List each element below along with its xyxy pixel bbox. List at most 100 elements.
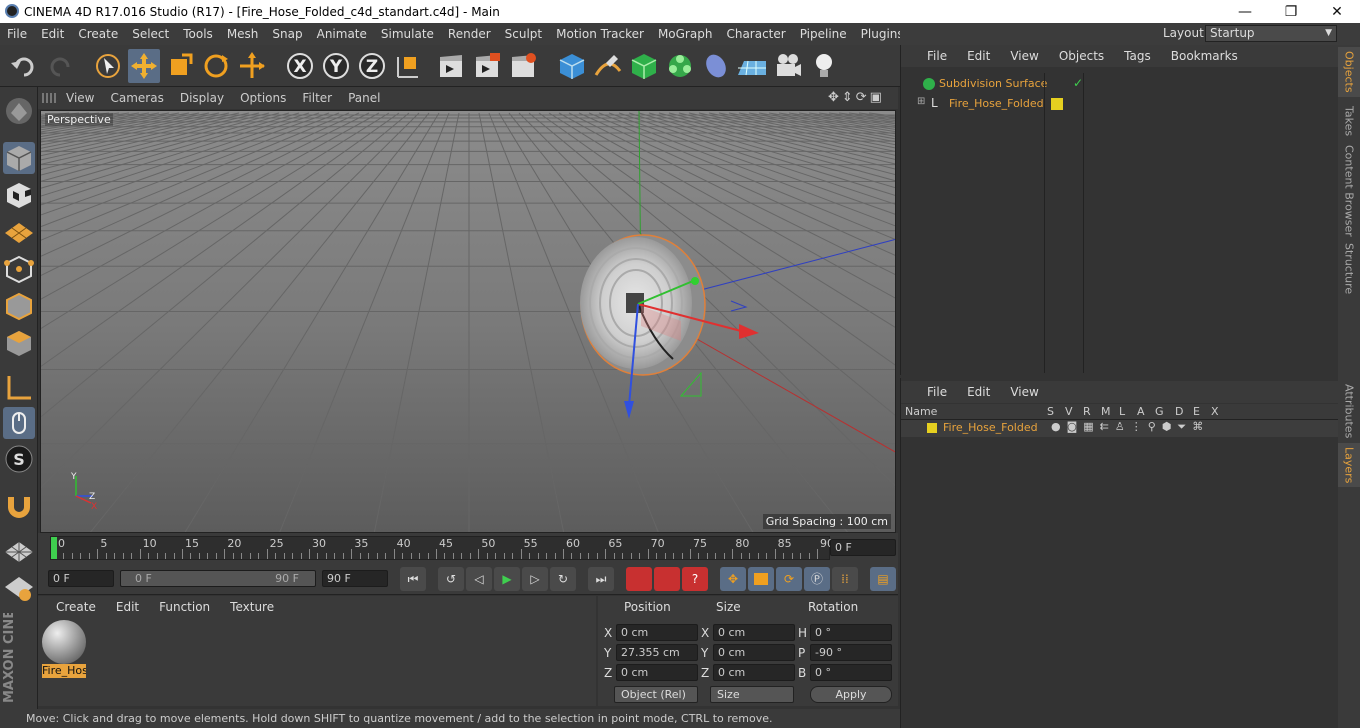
start-frame-field[interactable]: 0 F [48,570,114,587]
polygons-mode-button[interactable] [3,327,35,359]
viewport-nav-icons[interactable]: ✥⇕⟳▣ [828,90,894,106]
layer-column-r[interactable]: R [1083,405,1091,418]
menu-edit[interactable]: Edit [34,27,71,41]
record-keys-button[interactable] [626,567,652,591]
pos-y-field[interactable]: 27.355 cm [616,644,698,661]
layer-column-e[interactable]: E [1193,405,1200,418]
material-name[interactable]: Fire_Hos [42,664,86,678]
menu-render[interactable]: Render [441,27,498,41]
viewport-menu-cameras[interactable]: Cameras [102,91,171,105]
layer-color-swatch[interactable] [927,423,937,433]
edges-mode-button[interactable] [3,290,35,322]
keyframe-selection-button[interactable]: ? [682,567,708,591]
layout-select[interactable]: Startup ▼ [1205,25,1337,42]
pos-x-field[interactable]: 0 cm [616,624,698,641]
timeline-window-button[interactable]: ▤ [870,567,896,591]
rot-p-field[interactable]: -90 ° [810,644,892,661]
object-menu-bookmarks[interactable]: Bookmarks [1161,49,1248,63]
next-key-button[interactable]: ↻ [550,567,576,591]
enable-axis-button[interactable] [3,372,35,404]
viewport-menu-panel[interactable]: Panel [340,91,388,105]
layer-name[interactable]: Fire_Hose_Folded [943,421,1038,434]
maximize-button[interactable]: ❐ [1268,0,1314,23]
menu-motion-tracker[interactable]: Motion Tracker [549,27,651,41]
layer-column-x[interactable]: X [1211,405,1219,418]
auto-keying-button[interactable] [654,567,680,591]
object-menu-view[interactable]: View [1000,49,1048,63]
menu-create[interactable]: Create [71,27,125,41]
layer-column-v[interactable]: V [1065,405,1073,418]
viewport-menu-view[interactable]: View [58,91,102,105]
go-to-end-button[interactable]: ⏭ [588,567,614,591]
layer-row[interactable]: Fire_Hose_Folded ●◙▦⇇♙⋮⚲⬢⏷⌘ [901,420,1339,437]
tab-content-browser[interactable]: Content Browser [1338,145,1360,237]
material-menu-create[interactable]: Create [46,600,106,614]
live-selection-button[interactable] [92,49,124,83]
pen-spline-button[interactable] [592,49,624,83]
checkmark-icon[interactable]: ✓ [1073,76,1083,90]
key-pla-button[interactable]: ⁞⁞ [832,567,858,591]
menu-snap[interactable]: Snap [265,27,309,41]
layer-menu-edit[interactable]: Edit [957,385,1000,399]
apply-button[interactable]: Apply [810,686,892,703]
y-axis-lock-button[interactable]: Y [320,49,352,83]
pos-z-field[interactable]: 0 cm [616,664,698,681]
expand-icon[interactable]: ⊞ [917,96,925,107]
menu-character[interactable]: Character [719,27,792,41]
viewport-menu-filter[interactable]: Filter [294,91,340,105]
tab-objects[interactable]: Objects [1338,47,1360,97]
size-z-field[interactable]: 0 cm [713,664,795,681]
deformer-button[interactable] [700,49,732,83]
material-menu-edit[interactable]: Edit [106,600,149,614]
previous-key-button[interactable]: ↺ [438,567,464,591]
cube-primitive-button[interactable] [556,49,588,83]
viewport-canvas[interactable]: Y Z X [41,111,896,533]
timeline[interactable]: 0 5 10 15 20 25 30 35 40 45 50 55 60 65 70 75 80 85 90 0 F [38,533,898,563]
locked-workplane-button[interactable] [3,571,35,603]
subdivision-surface-button[interactable] [628,49,660,83]
timeline-ruler[interactable]: 0 5 10 15 20 25 30 35 40 45 50 55 60 65 70 75 80 85 90 [50,536,834,560]
viewport-menu-options[interactable]: Options [232,91,294,105]
make-editable-button[interactable] [3,95,35,127]
camera-button[interactable] [772,49,804,83]
layer-column-g[interactable]: G [1155,405,1164,418]
3d-viewport[interactable]: Y Z X Perspective Grid Spacing : 100 cm [40,110,896,533]
rotate-tool-button[interactable] [200,49,232,83]
render-settings-button[interactable] [508,49,540,83]
tab-attributes[interactable]: Attributes [1338,381,1360,441]
points-mode-button[interactable] [3,253,35,285]
undo-button[interactable] [8,49,40,83]
layer-column-l[interactable]: L [1119,405,1125,418]
object-menu-file[interactable]: File [917,49,957,63]
play-button[interactable]: ▶ [494,567,520,591]
tweak-mode-button[interactable] [3,407,35,439]
layer-flag-icons[interactable]: ●◙▦⇇♙⋮⚲⬢⏷⌘ [1051,420,1209,434]
key-position-button[interactable]: ✥ [720,567,746,591]
object-menu-tags[interactable]: Tags [1114,49,1161,63]
snap-magnet-button[interactable] [3,489,35,521]
viewport-menu-display[interactable]: Display [172,91,232,105]
texture-mode-button[interactable] [3,179,35,211]
menu-sculpt[interactable]: Sculpt [498,27,549,41]
render-view-button[interactable] [436,49,468,83]
current-frame-field[interactable]: 0 F [830,539,896,556]
object-menu-objects[interactable]: Objects [1049,49,1114,63]
menu-file[interactable]: File [0,27,34,41]
object-name[interactable]: Fire_Hose_Folded [949,97,1044,110]
floor-button[interactable] [736,49,768,83]
object-row[interactable]: Subdivision Surface ✓ [905,75,1335,93]
playhead[interactable] [51,537,57,559]
next-frame-button[interactable]: ▷ [522,567,548,591]
object-menu-edit[interactable]: Edit [957,49,1000,63]
size-mode-select[interactable]: Size [710,686,794,703]
layer-menu-file[interactable]: File [917,385,957,399]
go-to-start-button[interactable]: ⏮ [400,567,426,591]
material-menu-function[interactable]: Function [149,600,220,614]
tab-structure[interactable]: Structure [1338,241,1360,297]
layer-menu-view[interactable]: View [1000,385,1048,399]
material-menu-texture[interactable]: Texture [220,600,284,614]
menu-pipeline[interactable]: Pipeline [793,27,854,41]
layer-color-swatch[interactable] [1051,98,1063,110]
transform-tool-button[interactable] [236,49,268,83]
end-frame-field[interactable]: 90 F [322,570,388,587]
